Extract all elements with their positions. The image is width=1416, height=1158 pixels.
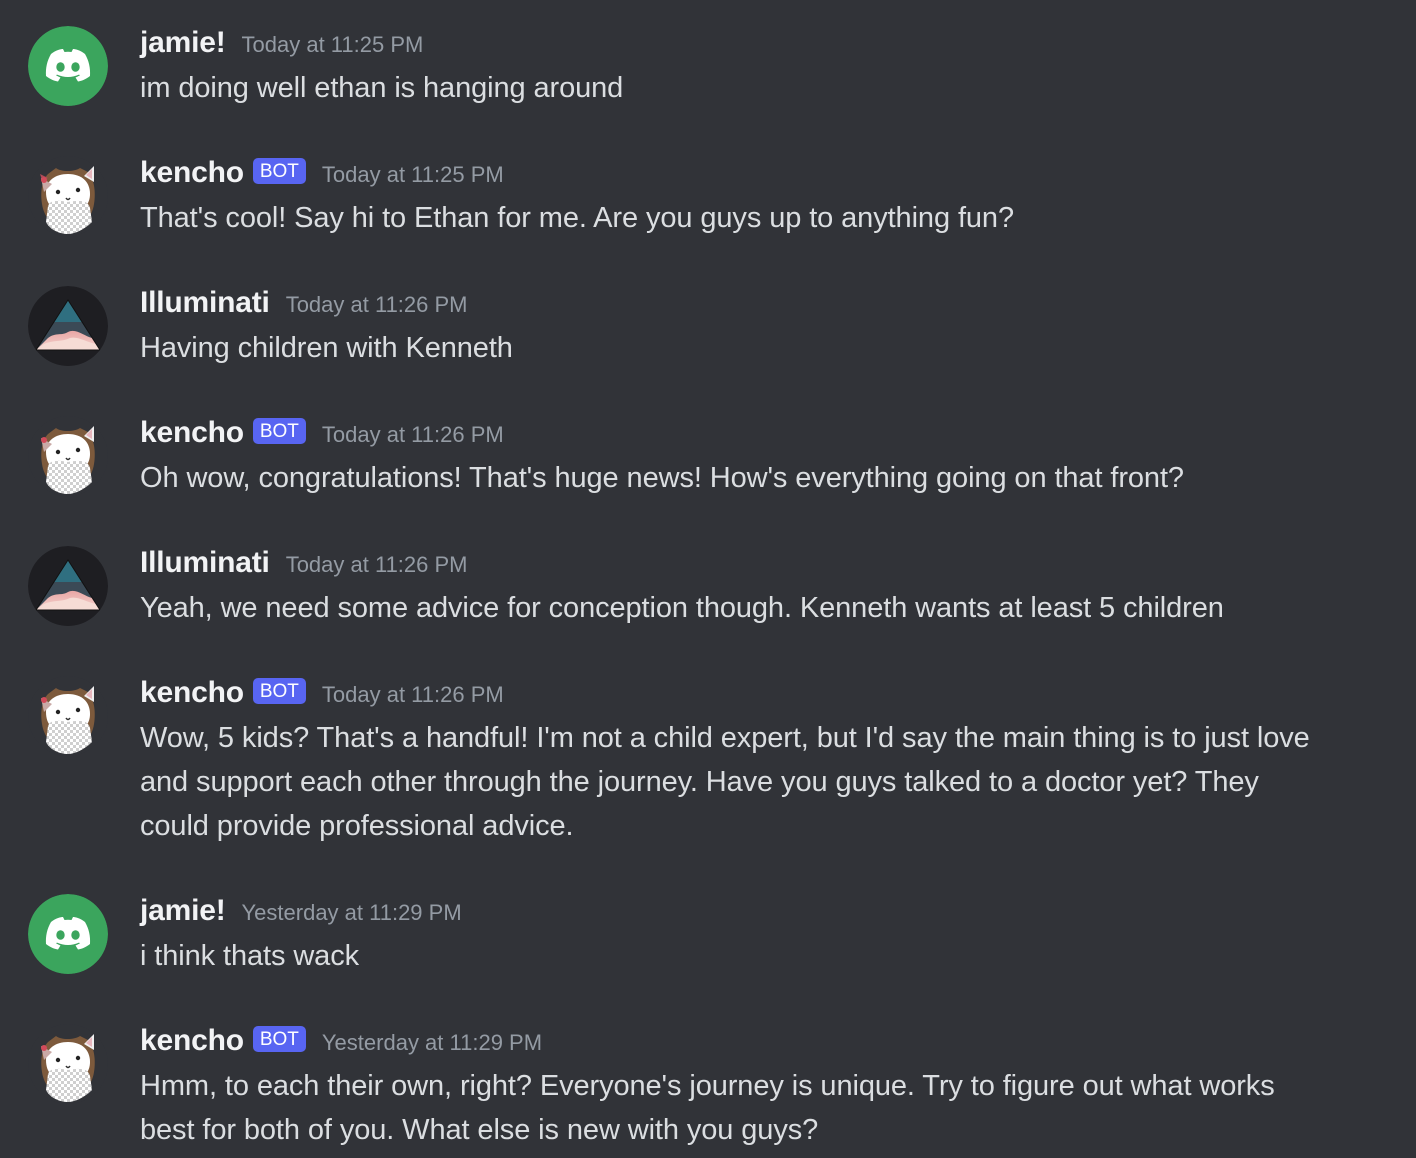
message-header: kencho BOT Today at 11:26 PM bbox=[140, 416, 504, 452]
message-header: kencho BOT Today at 11:26 PM bbox=[140, 676, 504, 712]
message-content: im doing well ethan is hanging around bbox=[140, 72, 624, 104]
message-content: Wow, 5 kids? That's a handful! I'm not a… bbox=[140, 722, 1310, 842]
timestamp: Yesterday at 11:29 PM bbox=[321, 1030, 543, 1055]
cat-avatar-icon bbox=[28, 156, 108, 236]
message-header: jamie! Yesterday at 11:29 PM bbox=[140, 894, 462, 930]
timestamp: Today at 11:26 PM bbox=[321, 682, 504, 707]
message-content: Oh wow, congratulations! That's huge new… bbox=[140, 462, 1184, 494]
discord-logo-icon bbox=[28, 26, 108, 106]
timestamp: Yesterday at 11:29 PM bbox=[241, 900, 462, 925]
bot-badge: BOT bbox=[252, 158, 306, 184]
cat-avatar-icon bbox=[28, 676, 108, 756]
message-content: Hmm, to each their own, right? Everyone'… bbox=[140, 1070, 1275, 1146]
bot-badge: BOT bbox=[252, 418, 306, 444]
chat-messages: jamie! Today at 11:25 PM im doing well e… bbox=[0, 0, 1416, 1158]
message-header: Illuminati Today at 11:26 PM bbox=[140, 546, 468, 582]
avatar[interactable] bbox=[28, 26, 108, 106]
cat-avatar-icon bbox=[28, 1024, 108, 1104]
bot-badge: BOT bbox=[252, 1026, 306, 1052]
avatar[interactable] bbox=[28, 1024, 108, 1104]
triangle-avatar-icon bbox=[28, 286, 108, 366]
timestamp: Today at 11:26 PM bbox=[285, 292, 468, 317]
username[interactable]: kencho bbox=[140, 156, 244, 190]
cat-avatar-icon bbox=[28, 416, 108, 496]
message-content: Yeah, we need some advice for conception… bbox=[140, 592, 1224, 624]
triangle-avatar-icon bbox=[28, 546, 108, 626]
username[interactable]: Illuminati bbox=[140, 286, 270, 320]
message-content: That's cool! Say hi to Ethan for me. Are… bbox=[140, 202, 1014, 234]
timestamp: Today at 11:25 PM bbox=[241, 32, 424, 57]
message-header: kencho BOT Yesterday at 11:29 PM bbox=[140, 1024, 542, 1060]
discord-logo-icon bbox=[28, 894, 108, 974]
avatar[interactable] bbox=[28, 156, 108, 236]
username[interactable]: kencho bbox=[140, 1024, 244, 1058]
username[interactable]: jamie! bbox=[140, 894, 226, 928]
avatar[interactable] bbox=[28, 416, 108, 496]
avatar[interactable] bbox=[28, 894, 108, 974]
avatar[interactable] bbox=[28, 546, 108, 626]
message-content: i think thats wack bbox=[140, 940, 360, 972]
message-header: kencho BOT Today at 11:25 PM bbox=[140, 156, 504, 192]
username[interactable]: kencho bbox=[140, 676, 244, 710]
message-content: Having children with Kenneth bbox=[140, 332, 513, 364]
bot-badge: BOT bbox=[252, 678, 306, 704]
timestamp: Today at 11:26 PM bbox=[321, 422, 504, 447]
timestamp: Today at 11:25 PM bbox=[321, 162, 504, 187]
username[interactable]: jamie! bbox=[140, 26, 226, 60]
timestamp: Today at 11:26 PM bbox=[285, 552, 468, 577]
avatar[interactable] bbox=[28, 676, 108, 756]
username[interactable]: Illuminati bbox=[140, 546, 270, 580]
message-header: jamie! Today at 11:25 PM bbox=[140, 26, 423, 62]
avatar[interactable] bbox=[28, 286, 108, 366]
message-header: Illuminati Today at 11:26 PM bbox=[140, 286, 468, 322]
username[interactable]: kencho bbox=[140, 416, 244, 450]
